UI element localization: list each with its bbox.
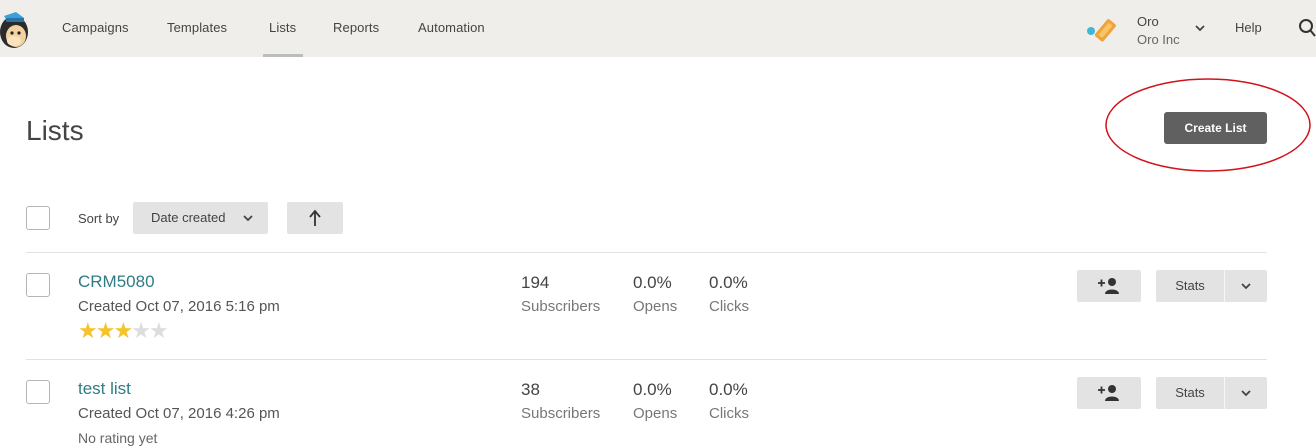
opens-rate: 0.0% [633, 273, 672, 292]
arrow-up-icon [309, 209, 321, 226]
row-checkbox[interactable] [26, 273, 50, 297]
chevron-down-icon [243, 215, 253, 222]
sort-direction-button[interactable] [287, 202, 343, 234]
sort-dropdown[interactable]: Date created [133, 202, 268, 234]
freddie-monkey-logo[interactable] [0, 8, 30, 50]
nav-automation[interactable]: Automation [418, 20, 485, 35]
opens-label: Opens [633, 298, 678, 315]
rating-stars: ★★★★★ [78, 318, 169, 343]
stats-menu-toggle[interactable] [1225, 270, 1267, 302]
active-tab-indicator [263, 54, 303, 57]
chevron-down-icon[interactable] [1194, 22, 1206, 34]
stats-split-button: Stats [1156, 270, 1267, 302]
list-name-link[interactable]: test list [78, 379, 131, 399]
list-created-date: Created Oct 07, 2016 4:26 pm [78, 405, 280, 422]
stats-split-button: Stats [1156, 377, 1267, 409]
stats-button[interactable]: Stats [1156, 377, 1224, 409]
nav-campaigns[interactable]: Campaigns [62, 20, 129, 35]
sort-label: Sort by [78, 211, 120, 226]
create-list-button[interactable]: Create List [1164, 112, 1267, 144]
list-name-link[interactable]: CRM5080 [78, 272, 155, 292]
divider [26, 252, 1267, 253]
stats-menu-toggle[interactable] [1225, 377, 1267, 409]
account-badge-icon[interactable] [1086, 16, 1122, 46]
top-nav: Campaigns Templates Lists Reports Automa… [0, 0, 1316, 57]
rating-status: No rating yet [78, 430, 158, 446]
clicks-label: Clicks [709, 298, 749, 315]
divider [26, 359, 1267, 360]
page-title: Lists [26, 115, 84, 146]
subscribers-count: 194 [521, 273, 550, 292]
chevron-down-icon [1241, 283, 1251, 290]
nav-templates[interactable]: Templates [167, 20, 227, 35]
list-created-date: Created Oct 07, 2016 5:16 pm [78, 298, 280, 315]
account-org[interactable]: Oro Inc [1137, 32, 1180, 47]
add-subscriber-button[interactable] [1077, 270, 1141, 302]
clicks-rate: 0.0% [709, 380, 748, 399]
chevron-down-icon [1241, 390, 1251, 397]
opens-label: Opens [633, 405, 678, 422]
sort-selected: Date created [151, 210, 226, 225]
stats-button[interactable]: Stats [1156, 270, 1224, 302]
clicks-label: Clicks [709, 405, 749, 422]
add-user-icon [1098, 278, 1119, 294]
row-checkbox[interactable] [26, 380, 50, 404]
nav-reports[interactable]: Reports [333, 20, 379, 35]
subscribers-count: 38 [521, 380, 540, 399]
nav-lists[interactable]: Lists [269, 20, 296, 35]
subscribers-label: Subscribers [521, 298, 601, 315]
help-link[interactable]: Help [1235, 20, 1262, 35]
add-user-icon [1098, 385, 1119, 401]
add-subscriber-button[interactable] [1077, 377, 1141, 409]
search-icon[interactable] [1298, 18, 1316, 38]
opens-rate: 0.0% [633, 380, 672, 399]
select-all-checkbox[interactable] [26, 206, 50, 230]
account-name[interactable]: Oro [1137, 14, 1159, 29]
subscribers-label: Subscribers [521, 405, 601, 422]
clicks-rate: 0.0% [709, 273, 748, 292]
